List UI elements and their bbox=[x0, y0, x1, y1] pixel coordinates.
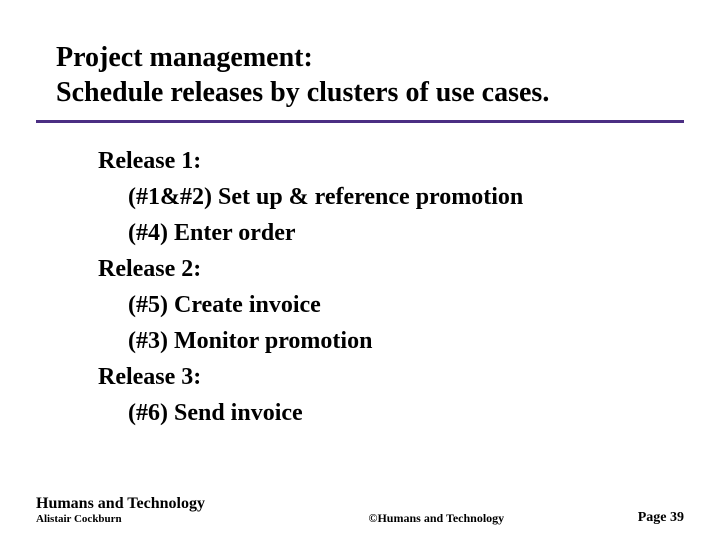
release-item: (#5) Create invoice bbox=[98, 287, 664, 323]
footer-org: Humans and Technology bbox=[36, 494, 205, 513]
slide: Project management: Schedule releases by… bbox=[0, 0, 720, 540]
release-heading: Release 3: bbox=[98, 359, 664, 395]
footer-left: Humans and Technology Alistair Cockburn bbox=[36, 494, 205, 526]
title-line-2: Schedule releases by clusters of use cas… bbox=[56, 75, 664, 110]
body: Release 1: (#1&#2) Set up & reference pr… bbox=[56, 143, 664, 431]
title-line-1: Project management: bbox=[56, 40, 664, 75]
title-rule bbox=[36, 120, 684, 123]
release-heading: Release 1: bbox=[98, 143, 664, 179]
release-item: (#3) Monitor promotion bbox=[98, 323, 664, 359]
footer: Humans and Technology Alistair Cockburn … bbox=[36, 494, 684, 526]
release-heading: Release 2: bbox=[98, 251, 664, 287]
title-block: Project management: Schedule releases by… bbox=[56, 40, 664, 110]
release-item: (#1&#2) Set up & reference promotion bbox=[98, 179, 664, 215]
footer-page: Page 39 bbox=[638, 510, 684, 526]
release-item: (#4) Enter order bbox=[98, 215, 664, 251]
footer-copyright: ©Humans and Technology bbox=[205, 511, 638, 526]
release-item: (#6) Send invoice bbox=[98, 395, 664, 431]
footer-author: Alistair Cockburn bbox=[36, 513, 205, 526]
